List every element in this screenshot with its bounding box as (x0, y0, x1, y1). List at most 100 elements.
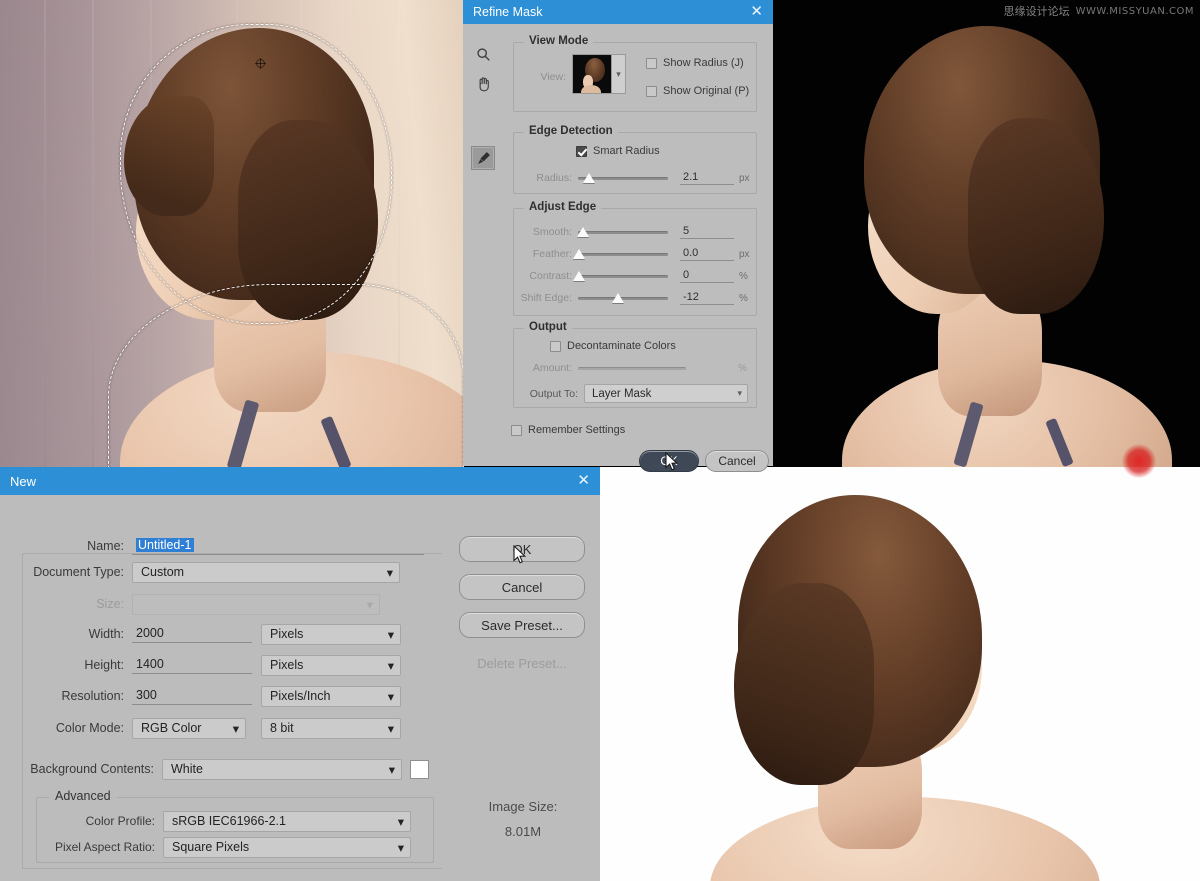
view-preview-thumbnail (572, 54, 612, 94)
height-value: 1400 (136, 656, 164, 671)
refine-ok-label: OK (660, 454, 678, 468)
name-value: Untitled-1 (136, 537, 194, 552)
resolution-unit-value: Pixels/Inch (270, 689, 331, 703)
size-row: Size: ▾ (20, 593, 440, 615)
contrast-unit: % (739, 270, 748, 282)
refine-radius-brush-tool-icon[interactable] (471, 146, 495, 170)
zoom-tool-icon[interactable] (471, 42, 495, 66)
smooth-label: Smooth: (532, 226, 572, 238)
delete-preset-label: Delete Preset... (477, 655, 567, 671)
output-to-dropdown[interactable]: Layer Mask ▾ (584, 384, 748, 403)
chevron-down-icon: ▾ (366, 597, 373, 612)
screenshot-root: 思缘设计论坛 WWW.MISSYUAN.COM Refine Mask ✕ Vi… (0, 0, 1200, 881)
hand-tool-icon[interactable] (471, 72, 495, 96)
output-group: Output Decontaminate Colors Amount: % Ou… (513, 321, 757, 408)
advanced-legend: Advanced (49, 789, 117, 803)
refine-ok-button[interactable]: OK (639, 450, 699, 472)
color-depth-value: 8 bit (270, 721, 294, 735)
chevron-down-icon: ▾ (386, 565, 393, 580)
output-to-label: Output To: (529, 387, 578, 400)
close-icon[interactable]: ✕ (575, 472, 592, 490)
delete-preset-button: Delete Preset... (459, 650, 585, 676)
width-input[interactable]: 2000 (132, 626, 252, 643)
color-mode-dropdown[interactable]: RGB Color ▾ (132, 717, 246, 739)
width-label: Width: (88, 627, 124, 641)
resolution-unit-dropdown[interactable]: Pixels/Inch ▾ (261, 685, 401, 707)
smart-radius-label: Smart Radius (593, 145, 660, 157)
advanced-group: Advanced Color Profile: sRGB IEC61966-2.… (36, 789, 434, 863)
contrast-slider[interactable] (572, 270, 668, 282)
color-profile-value: sRGB IEC61966-2.1 (172, 814, 286, 828)
save-preset-button[interactable]: Save Preset... (459, 612, 585, 638)
feather-value[interactable]: 0.0 (680, 247, 734, 261)
pixel-aspect-dropdown[interactable]: Square Pixels ▾ (163, 836, 411, 858)
amount-label: Amount: (532, 362, 572, 374)
shift-edge-row: Shift Edge: -12 % (518, 287, 750, 309)
amount-unit: % (738, 362, 747, 374)
amount-slider (578, 362, 686, 374)
edge-detection-group: Edge Detection Smart Radius Radius: 2.1 … (513, 125, 757, 194)
shift-edge-value[interactable]: -12 (680, 291, 734, 305)
height-input[interactable]: 1400 (132, 657, 252, 674)
contrast-label: Contrast: (529, 270, 572, 282)
height-unit-value: Pixels (270, 658, 304, 672)
show-radius-checkbox[interactable]: Show Radius (J) (646, 57, 744, 69)
chevron-down-icon: ▾ (388, 762, 395, 777)
background-color-swatch[interactable] (410, 759, 429, 779)
width-unit-dropdown[interactable]: Pixels ▾ (261, 623, 401, 645)
decontaminate-colors-checkbox[interactable]: Decontaminate Colors (550, 340, 676, 352)
resolution-row: Resolution: 300 Pixels/Inch ▾ (20, 685, 440, 707)
contrast-value[interactable]: 0 (680, 269, 734, 283)
new-dialog-titlebar: New ✕ (0, 467, 600, 495)
show-original-checkbox[interactable]: Show Original (P) (646, 85, 749, 97)
remember-settings-checkbox[interactable]: Remember Settings (511, 424, 625, 436)
shift-edge-unit: % (739, 292, 748, 304)
chevron-down-icon: ▾ (387, 627, 394, 642)
color-depth-dropdown[interactable]: 8 bit ▾ (261, 717, 401, 739)
background-contents-dropdown[interactable]: White ▾ (162, 758, 402, 780)
edge-detection-legend: Edge Detection (524, 125, 618, 137)
background-contents-value: White (171, 762, 203, 776)
view-mode-legend: View Mode (524, 35, 594, 47)
new-cancel-button[interactable]: Cancel (459, 574, 585, 600)
smart-radius-checkbox[interactable]: Smart Radius (576, 145, 660, 157)
refine-cancel-button[interactable]: Cancel (705, 450, 769, 472)
chevron-down-icon: ▾ (387, 689, 394, 704)
feather-unit: px (739, 248, 750, 260)
selection-marching-ants-lower (108, 284, 464, 467)
color-profile-dropdown[interactable]: sRGB IEC61966-2.1 ▾ (163, 810, 411, 832)
resolution-input[interactable]: 300 (132, 688, 252, 705)
remember-settings-label: Remember Settings (528, 424, 626, 436)
shift-edge-slider[interactable] (578, 292, 668, 304)
new-ok-button[interactable]: OK (459, 536, 585, 562)
name-row: Name: Untitled-1 (20, 535, 440, 557)
radius-label: Radius: (536, 172, 572, 184)
photo-original-with-selection (0, 0, 464, 467)
radius-slider[interactable] (578, 172, 668, 184)
name-input[interactable]: Untitled-1 (132, 537, 424, 555)
document-type-dropdown[interactable]: Custom ▾ (132, 561, 400, 583)
show-radius-box (646, 57, 657, 69)
color-mode-value: RGB Color (141, 721, 202, 735)
close-icon[interactable]: ✕ (748, 3, 765, 21)
view-preview-dropdown[interactable]: ▾ (572, 54, 626, 94)
adjust-edge-legend: Adjust Edge (524, 201, 602, 213)
remember-settings-box (511, 424, 522, 436)
height-unit-dropdown[interactable]: Pixels ▾ (261, 654, 401, 676)
brush-cursor-crosshair (255, 58, 266, 69)
chevron-down-icon: ▾ (387, 721, 394, 736)
chevron-down-icon: ▾ (397, 814, 404, 829)
height-label: Height: (84, 658, 124, 672)
image-size-block: Image Size: 8.01M (448, 795, 598, 844)
smooth-slider[interactable] (577, 226, 668, 238)
decontaminate-colors-label: Decontaminate Colors (567, 340, 676, 352)
smooth-value[interactable]: 5 (680, 225, 734, 239)
document-type-label: Document Type: (33, 565, 124, 579)
image-size-value: 8.01M (504, 823, 542, 839)
radius-value[interactable]: 2.1 (680, 171, 734, 185)
height-row: Height: 1400 Pixels ▾ (20, 654, 440, 676)
name-label: Name: (87, 539, 124, 553)
feather-slider[interactable] (572, 248, 668, 260)
pixel-aspect-label: Pixel Aspect Ratio: (54, 840, 155, 854)
background-contents-label: Background Contents: (30, 762, 154, 776)
